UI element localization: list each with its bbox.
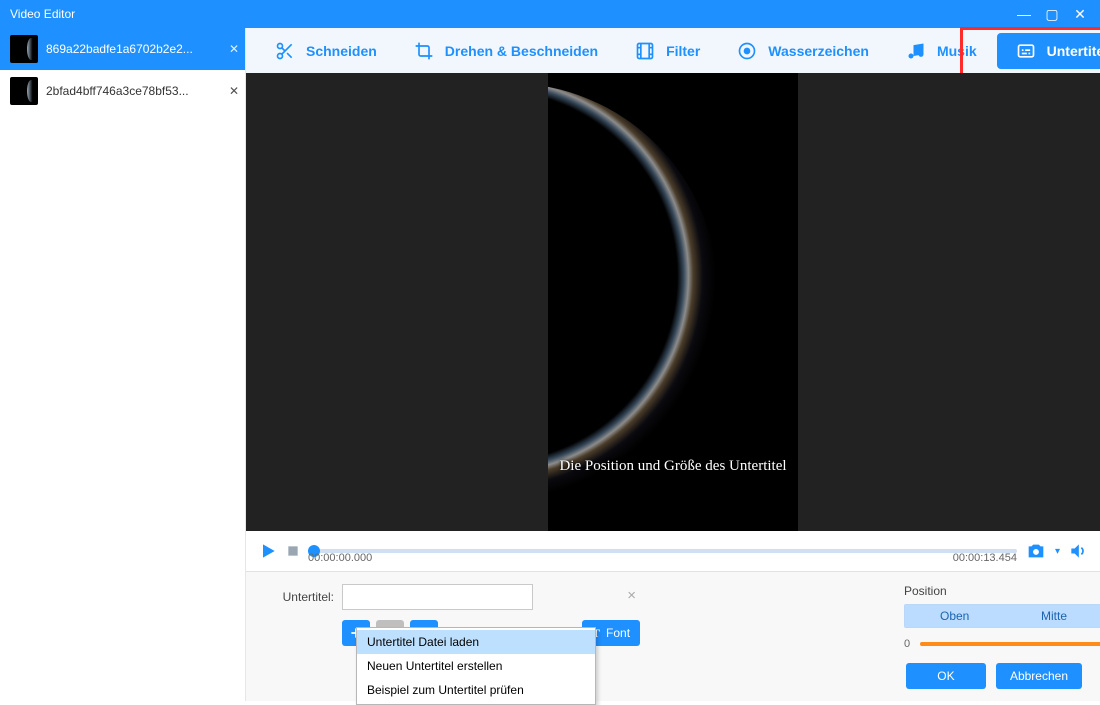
position-segmented: Oben Mitte Unten:	[904, 604, 1100, 628]
clear-input-icon[interactable]: ×	[627, 587, 636, 604]
subtitle-icon	[1015, 40, 1037, 62]
clip-label: 2bfad4bff746a3ce78bf53...	[46, 84, 221, 98]
subtitle-text-input[interactable]	[342, 584, 533, 610]
position-middle[interactable]: Mitte	[1004, 605, 1100, 627]
clip-sidebar: 869a22badfe1a6702b2e2... ✕ 2bfad4bff746a…	[0, 28, 246, 701]
time-total: 00:00:13.454	[953, 552, 1017, 564]
clip-remove-icon[interactable]: ✕	[229, 84, 239, 98]
menu-check-subtitle-example[interactable]: Beispiel zum Untertitel prüfen	[357, 678, 595, 702]
timeline[interactable]: 00:00:00.000 00:00:13.454	[308, 537, 1017, 565]
watermark-icon	[736, 40, 758, 62]
menu-load-subtitle-file[interactable]: Untertitel Datei laden	[357, 630, 595, 654]
position-top[interactable]: Oben	[905, 605, 1004, 627]
position-slider-min: 0	[904, 638, 910, 650]
titlebar: Video Editor — ▢ ✕	[0, 0, 1100, 28]
clip-remove-icon[interactable]: ✕	[229, 42, 239, 56]
tab-music[interactable]: Musik	[887, 28, 995, 73]
tab-label: Drehen & Beschneiden	[445, 43, 598, 59]
window-title: Video Editor	[10, 7, 75, 21]
music-icon	[905, 40, 927, 62]
time-current: 00:00:00.000	[308, 552, 372, 564]
stop-button[interactable]	[286, 544, 300, 558]
tab-label: Wasserzeichen	[768, 43, 869, 59]
font-button-label: Font	[606, 626, 630, 640]
position-slider-fill	[920, 642, 1100, 646]
scissors-icon	[274, 40, 296, 62]
tab-subtitle[interactable]: Untertitel	[997, 33, 1100, 69]
position-group-label: Position	[904, 584, 1100, 598]
tab-label: Schneiden	[306, 43, 377, 59]
subtitle-sample-text: Die Position und Größe des Untertitel	[548, 458, 798, 475]
video-frame: Die Position und Größe des Untertitel	[548, 73, 798, 531]
tab-cut[interactable]: Schneiden	[256, 28, 395, 73]
clip-item[interactable]: 869a22badfe1a6702b2e2... ✕	[0, 28, 245, 70]
editor-toolbar: Schneiden Drehen & Beschneiden	[246, 28, 1100, 73]
planet-crescent-graphic	[548, 83, 718, 503]
tab-label: Musik	[937, 43, 977, 59]
maximize-button[interactable]: ▢	[1038, 6, 1066, 23]
volume-button[interactable]	[1068, 541, 1088, 561]
tab-rotate-crop[interactable]: Drehen & Beschneiden	[395, 28, 616, 73]
film-icon	[634, 40, 656, 62]
dropdown-caret-icon[interactable]: ▾	[1055, 546, 1060, 557]
minimize-button[interactable]: —	[1010, 6, 1038, 22]
subtitle-field-label: Untertitel:	[264, 590, 334, 604]
snapshot-button[interactable]	[1025, 540, 1047, 562]
crop-icon	[413, 40, 435, 62]
position-slider[interactable]	[920, 642, 1100, 646]
play-button[interactable]	[258, 541, 278, 561]
tab-label: Untertitel	[1047, 43, 1100, 59]
playback-bar: 00:00:00.000 00:00:13.454 ▾	[246, 531, 1100, 571]
cancel-button[interactable]: Abbrechen	[996, 663, 1082, 689]
tab-filter[interactable]: Filter	[616, 28, 718, 73]
tab-label: Filter	[666, 43, 700, 59]
video-preview: Die Position und Größe des Untertitel	[246, 73, 1100, 531]
clip-thumbnail	[10, 35, 38, 63]
clip-label: 869a22badfe1a6702b2e2...	[46, 42, 221, 56]
close-window-button[interactable]: ✕	[1066, 6, 1094, 23]
timeline-track[interactable]	[308, 549, 1017, 553]
clip-item[interactable]: 2bfad4bff746a3ce78bf53... ✕	[0, 70, 245, 112]
tab-watermark[interactable]: Wasserzeichen	[718, 28, 887, 73]
add-subtitle-menu: Untertitel Datei laden Neuen Untertitel …	[356, 627, 596, 705]
clip-thumbnail	[10, 77, 38, 105]
ok-button[interactable]: OK	[906, 663, 986, 689]
menu-create-new-subtitle[interactable]: Neuen Untertitel erstellen	[357, 654, 595, 678]
